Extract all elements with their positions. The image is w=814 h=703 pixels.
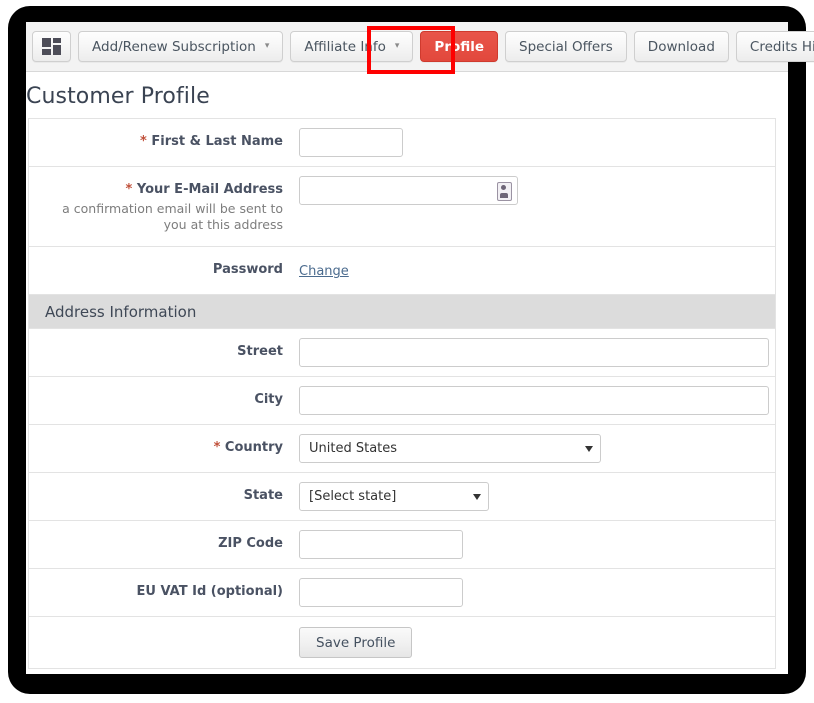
required-marker: * <box>213 440 221 456</box>
street-label: Street <box>237 344 283 360</box>
tab-affiliate-info[interactable]: Affiliate Info ▾ <box>290 31 414 62</box>
grid-apps-icon <box>42 38 61 55</box>
required-marker: * <box>140 134 147 149</box>
required-marker: * <box>125 182 133 197</box>
city-label: City <box>254 392 283 408</box>
tab-credits-history[interactable]: Credits History <box>735 31 814 62</box>
chevron-down-icon <box>473 493 481 500</box>
section-title: Address Information <box>45 302 197 321</box>
state-field-cell: [Select state] <box>291 473 775 520</box>
vat-field-cell <box>291 569 775 616</box>
country-field-cell: United States <box>291 425 775 472</box>
form-row-save: Save Profile <box>29 617 775 670</box>
country-selected-value: United States <box>309 441 398 457</box>
tab-label: Add/Renew Subscription <box>92 38 256 55</box>
label-text: Your E-Mail Address <box>136 182 283 197</box>
vat-label: EU VAT Id (optional) <box>136 584 283 600</box>
city-field-cell <box>291 377 779 424</box>
chevron-down-icon <box>585 445 593 452</box>
tab-add-renew-subscription[interactable]: Add/Renew Subscription ▾ <box>78 31 284 62</box>
zip-field-cell <box>291 521 775 568</box>
tab-label: Profile <box>434 38 485 55</box>
main-toolbar: Add/Renew Subscription ▾ Affiliate Info … <box>26 22 814 72</box>
state-label: State <box>243 488 283 504</box>
form-row-state: State [Select state] <box>29 473 775 522</box>
tab-profile[interactable]: Profile <box>420 31 499 62</box>
tab-label: Affiliate Info <box>304 38 386 55</box>
country-label: * Country <box>29 425 291 469</box>
change-password-link[interactable]: Change <box>299 264 349 279</box>
city-input[interactable] <box>299 386 769 416</box>
name-label: * First & Last Name <box>29 119 291 163</box>
label-text: Country <box>224 440 283 456</box>
form-row-city: City <box>29 377 775 426</box>
email-hint: a confirmation email will be sent to you… <box>62 200 283 233</box>
password-label: Password <box>212 262 283 278</box>
save-profile-button[interactable]: Save Profile <box>299 627 413 659</box>
chevron-down-icon: ▾ <box>394 41 400 51</box>
form-row-country: * Country United States <box>29 425 775 474</box>
form-row-street: Street <box>29 329 775 378</box>
form-row-vat: EU VAT Id (optional) <box>29 569 775 618</box>
email-input-wrapper <box>299 176 518 205</box>
tab-label: Credits History <box>749 38 814 55</box>
zip-label: ZIP Code <box>218 536 283 552</box>
state-select[interactable]: [Select state] <box>299 482 489 512</box>
page-title: Customer Profile <box>26 84 210 109</box>
form-row-zip: ZIP Code <box>29 521 775 570</box>
form-row-name: * First & Last Name <box>29 119 775 167</box>
password-field-cell: Change <box>291 247 775 288</box>
label-text: First & Last Name <box>151 134 283 149</box>
tab-download[interactable]: Download <box>633 31 729 62</box>
save-field-cell: Save Profile <box>291 617 775 668</box>
app-content-area: Add/Renew Subscription ▾ Affiliate Info … <box>26 22 814 674</box>
tab-special-offers[interactable]: Special Offers <box>505 31 627 62</box>
email-label: * Your E-Mail Address a confirmation ema… <box>29 167 291 246</box>
tab-label: Download <box>647 38 715 55</box>
eu-vat-id-input[interactable] <box>299 578 463 608</box>
street-input[interactable] <box>299 338 769 368</box>
country-select[interactable]: United States <box>299 434 601 464</box>
form-row-email: * Your E-Mail Address a confirmation ema… <box>29 167 775 248</box>
name-field-cell <box>291 119 775 166</box>
email-field-cell <box>291 167 775 214</box>
toolbar-button-group: Add/Renew Subscription ▾ Affiliate Info … <box>32 31 814 62</box>
zip-code-input[interactable] <box>299 530 463 560</box>
street-field-cell <box>291 329 779 376</box>
tab-label: Special Offers <box>519 38 613 55</box>
email-input[interactable] <box>299 176 518 205</box>
first-last-name-input[interactable] <box>299 128 403 157</box>
state-selected-value: [Select state] <box>309 489 397 505</box>
customer-profile-form: * First & Last Name * Your E-Mail Addres… <box>28 118 776 670</box>
save-row-spacer <box>29 630 291 656</box>
grid-apps-button[interactable] <box>32 31 71 62</box>
chevron-down-icon: ▾ <box>264 41 270 51</box>
section-header-address-information: Address Information <box>29 295 775 330</box>
form-row-password: Password Change <box>29 247 775 296</box>
